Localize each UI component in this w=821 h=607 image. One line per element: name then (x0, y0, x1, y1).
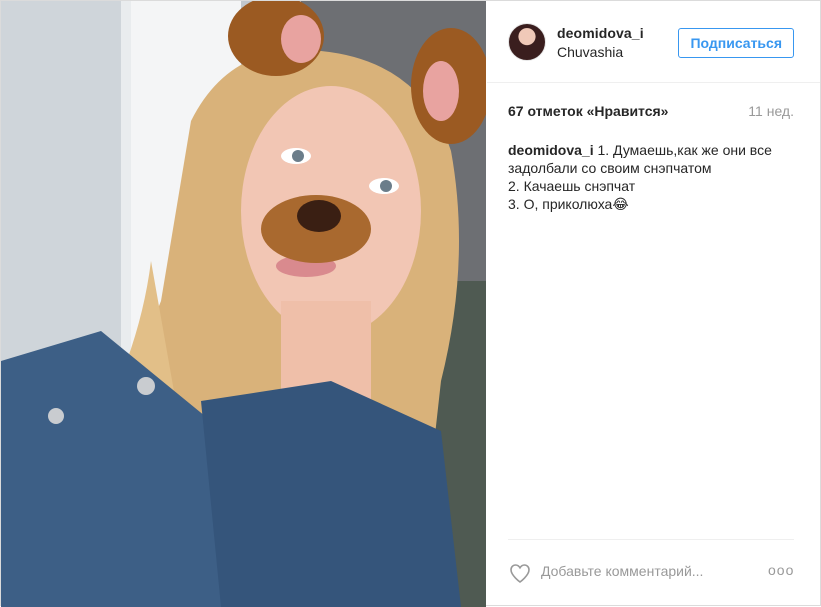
follow-button[interactable]: Подписаться (678, 28, 794, 58)
author-location[interactable]: Chuvashia (557, 44, 644, 60)
post-modal: deomidova_i Chuvashia Подписаться 67 отм… (0, 0, 821, 607)
author-username[interactable]: deomidova_i (557, 25, 644, 41)
ellipsis-icon[interactable]: ooo (768, 562, 794, 582)
caption-line-1: 1. Думаешь,как же они все (597, 142, 772, 158)
post-time[interactable]: 11 нед. (748, 103, 794, 119)
caption-username[interactable]: deomidova_i (508, 142, 594, 158)
post-details-panel: deomidova_i Chuvashia Подписаться 67 отм… (487, 1, 820, 605)
post-caption: deomidova_i 1. Думаешь,как же они все за… (508, 141, 794, 213)
author-info: deomidova_i Chuvashia (557, 25, 644, 60)
comment-bar: ooo (508, 539, 794, 606)
caption-line-4: 3. О, приколюха😂 (508, 196, 629, 212)
comment-input[interactable] (541, 558, 751, 584)
photo-illustration (1, 1, 486, 607)
caption-line-2: задолбали со своим снэпчатом (508, 160, 712, 176)
avatar[interactable] (508, 23, 546, 61)
post-photo[interactable] (1, 1, 486, 607)
heart-outline-icon[interactable] (508, 561, 532, 585)
caption-line-3: 2. Качаешь снэпчат (508, 178, 636, 194)
likes-count[interactable]: 67 отметок «Нравится» (508, 103, 668, 119)
post-stats: 67 отметок «Нравится» 11 нед. (508, 103, 794, 119)
post-header: deomidova_i Chuvashia Подписаться (487, 1, 820, 83)
